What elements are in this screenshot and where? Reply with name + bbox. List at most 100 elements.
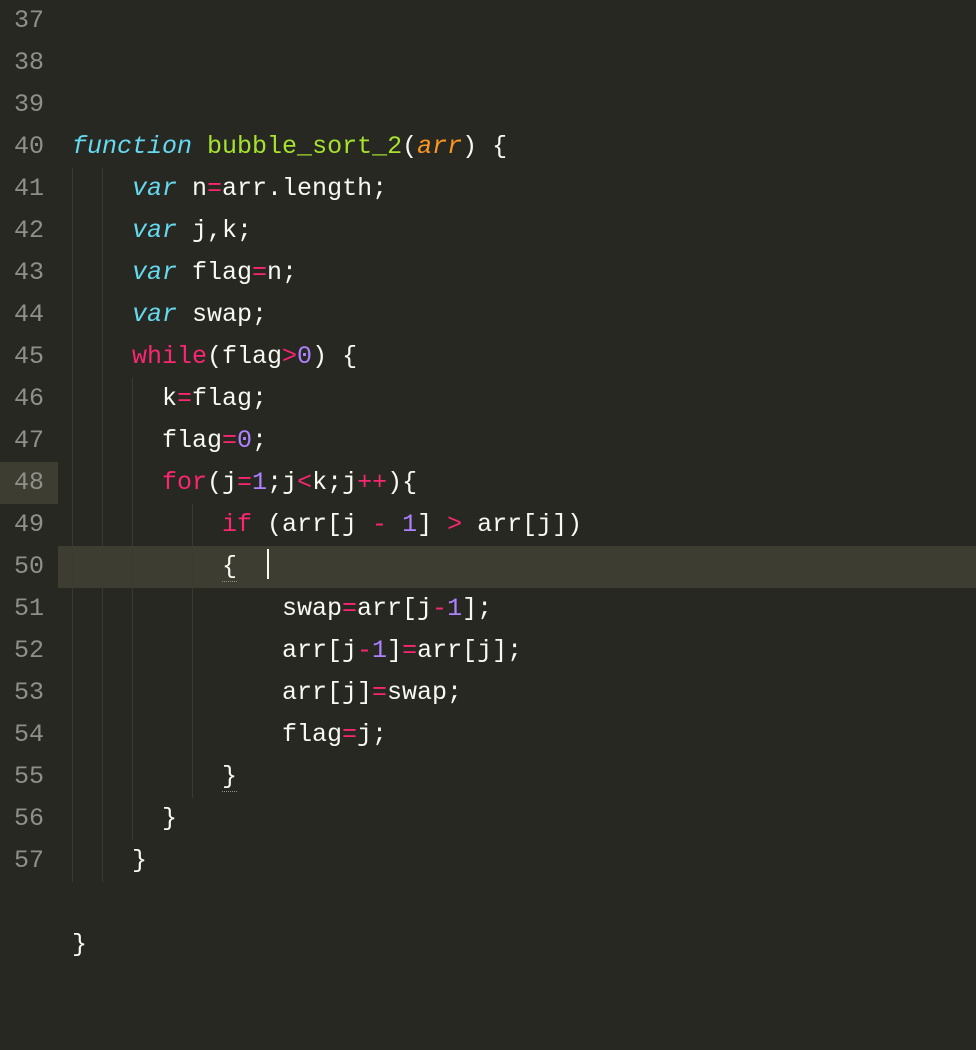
code-token: ) {: [462, 132, 507, 161]
code-token: [192, 132, 207, 161]
code-token: arr[j]: [282, 678, 372, 707]
indent-guide: [132, 378, 133, 420]
code-line[interactable]: }: [58, 756, 976, 798]
indent-guide: [72, 672, 73, 714]
indent-guide: [72, 546, 73, 588]
indent-guide: [72, 504, 73, 546]
indent-guide: [132, 798, 133, 840]
code-token: ;: [252, 426, 267, 455]
code-token: }: [162, 804, 177, 833]
code-line[interactable]: arr[j-1]=arr[j];: [58, 630, 976, 672]
line-number: 43: [8, 252, 44, 294]
line-number: 50: [8, 546, 44, 588]
indent-guide: [132, 672, 133, 714]
code-line[interactable]: while(flag>0) {: [58, 336, 976, 378]
line-number: 42: [8, 210, 44, 252]
line-number: 48: [0, 462, 58, 504]
code-token: 0: [297, 342, 312, 371]
indent-guide: [192, 630, 193, 672]
code-token: =: [342, 720, 357, 749]
indent-guide: [132, 462, 133, 504]
indent-guide: [102, 714, 103, 756]
code-token: ) {: [312, 342, 357, 371]
indent-guide: [192, 546, 193, 588]
indent-guide: [102, 630, 103, 672]
code-token: arr[j];: [417, 636, 522, 665]
code-token: swap: [282, 594, 342, 623]
code-token: [237, 552, 267, 581]
indent-guide: [72, 588, 73, 630]
code-token: (: [402, 132, 417, 161]
code-token: -: [432, 594, 447, 623]
indent-guide: [132, 420, 133, 462]
indent-guide: [72, 630, 73, 672]
code-line[interactable]: [58, 882, 976, 924]
code-line[interactable]: function bubble_sort_2(arr) {: [58, 126, 976, 168]
line-number: 56: [8, 798, 44, 840]
code-token: if: [222, 510, 252, 539]
line-number: 54: [8, 714, 44, 756]
line-number: 45: [8, 336, 44, 378]
code-token: 1: [402, 510, 417, 539]
code-token: arr.length;: [222, 174, 387, 203]
code-line[interactable]: }: [58, 924, 976, 966]
code-token: n;: [267, 258, 297, 287]
indent-guide: [132, 588, 133, 630]
line-number: 38: [8, 42, 44, 84]
code-line[interactable]: flag=j;: [58, 714, 976, 756]
code-token: (j: [207, 468, 237, 497]
code-token: 1: [252, 468, 267, 497]
code-token: bubble_sort_2: [207, 132, 402, 161]
code-token: =: [177, 384, 192, 413]
line-number: 51: [8, 588, 44, 630]
code-line[interactable]: }: [58, 798, 976, 840]
code-area[interactable]: function bubble_sort_2(arr) {var n=arr.l…: [58, 0, 976, 876]
code-token: =: [252, 258, 267, 287]
code-line[interactable]: var swap;: [58, 294, 976, 336]
code-token: }: [72, 930, 87, 959]
indent-guide: [102, 336, 103, 378]
line-number: 41: [8, 168, 44, 210]
code-token: }: [222, 762, 237, 792]
indent-guide: [192, 756, 193, 798]
code-editor[interactable]: 3738394041424344454647484950515253545556…: [0, 0, 976, 876]
code-token: k;j: [312, 468, 357, 497]
code-line[interactable]: {: [58, 546, 976, 588]
indent-guide: [102, 462, 103, 504]
line-number: 49: [8, 504, 44, 546]
indent-guide: [132, 630, 133, 672]
text-cursor: [267, 549, 269, 579]
indent-guide: [102, 588, 103, 630]
code-token: var: [132, 216, 177, 245]
code-content[interactable]: function bubble_sort_2(arr) {var n=arr.l…: [58, 84, 976, 966]
indent-guide: [102, 420, 103, 462]
line-number: 44: [8, 294, 44, 336]
code-token: flag: [177, 258, 252, 287]
code-line[interactable]: var n=arr.length;: [58, 168, 976, 210]
code-line[interactable]: k=flag;: [58, 378, 976, 420]
indent-guide: [192, 714, 193, 756]
code-token: ;j: [267, 468, 297, 497]
code-token: <: [297, 468, 312, 497]
code-line[interactable]: if (arr[j - 1] > arr[j]): [58, 504, 976, 546]
code-token: var: [132, 300, 177, 329]
code-line[interactable]: flag=0;: [58, 420, 976, 462]
line-number: 39: [8, 84, 44, 126]
code-token: 0: [237, 426, 252, 455]
code-token: arr[j: [357, 594, 432, 623]
code-token: flag: [282, 720, 342, 749]
indent-guide: [72, 714, 73, 756]
code-token: (flag: [207, 342, 282, 371]
code-line[interactable]: for(j=1;j<k;j++){: [58, 462, 976, 504]
indent-guide: [102, 210, 103, 252]
code-line[interactable]: var flag=n;: [58, 252, 976, 294]
code-token: ]: [417, 510, 447, 539]
indent-guide: [72, 462, 73, 504]
code-line[interactable]: [58, 84, 976, 126]
code-line[interactable]: swap=arr[j-1];: [58, 588, 976, 630]
indent-guide: [102, 504, 103, 546]
code-token: ]: [387, 636, 402, 665]
indent-guide: [132, 546, 133, 588]
code-line[interactable]: arr[j]=swap;: [58, 672, 976, 714]
code-line[interactable]: var j,k;: [58, 210, 976, 252]
